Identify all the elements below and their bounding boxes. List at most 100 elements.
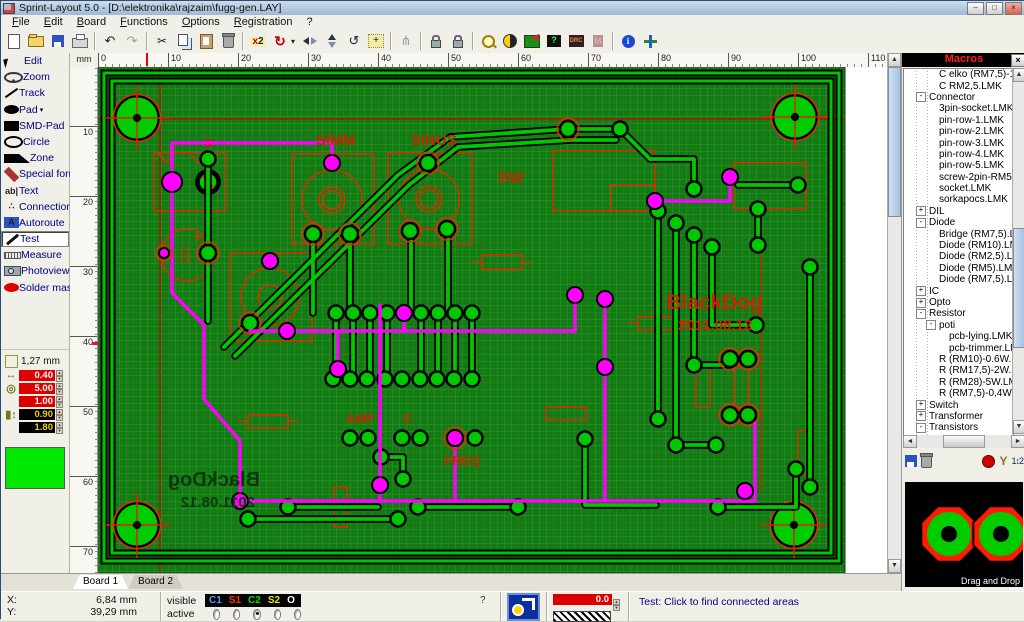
tree-toggle-icon[interactable] [926, 172, 936, 182]
macro-tree-item[interactable]: pin-row-1.LMK [904, 115, 1013, 126]
cut-button[interactable]: ✂ [151, 31, 173, 51]
layer-label[interactable]: O [287, 595, 295, 606]
photoview-button[interactable] [499, 31, 521, 51]
tool-button[interactable]: Test [1, 231, 69, 247]
menu-item[interactable]: File [5, 16, 37, 28]
canvas-vertical-scrollbar[interactable]: ▲ ▼ [887, 53, 901, 573]
tree-toggle-icon[interactable]: - [926, 320, 936, 330]
pad-drill-value[interactable]: 1.00 [19, 396, 55, 407]
macro-tree-item[interactable]: - poti [904, 320, 1013, 331]
scrollbar-thumb[interactable] [1013, 228, 1024, 348]
scroll-right-icon[interactable]: ► [1011, 435, 1024, 448]
macro-tree-item[interactable]: Diode (RM7,5).LMK [904, 274, 1013, 285]
active-layer-radio[interactable] [233, 609, 240, 620]
active-layer-radio[interactable] [213, 609, 220, 620]
layer-visibility-box[interactable]: C1S1C2S2O [205, 594, 301, 607]
rotate-90-button[interactable]: ↺ [343, 31, 365, 51]
scroll-down-icon[interactable]: ▼ [888, 559, 901, 573]
tool-button[interactable]: Special form [1, 166, 69, 182]
info-button[interactable]: i [617, 31, 639, 51]
smd-height-value[interactable]: 1.80 [19, 422, 55, 433]
macro-tree-item[interactable]: + DIL [904, 206, 1013, 217]
smd-height-spinner[interactable]: ▲▼ [56, 422, 63, 433]
board-tab[interactable]: Board 1 [73, 575, 128, 589]
tree-toggle-icon[interactable] [926, 354, 936, 364]
rotate-button[interactable]: ↻ [269, 31, 291, 51]
macro-tree-item[interactable]: R (RM17,5)-2W.LMK [904, 365, 1013, 376]
active-layer-radio[interactable] [294, 609, 301, 620]
board-view-button[interactable] [521, 31, 543, 51]
macros-close-button[interactable]: × [1011, 54, 1024, 67]
scroll-up-icon[interactable]: ▲ [1013, 68, 1024, 82]
menu-item[interactable]: Functions [113, 16, 175, 28]
tool-button[interactable]: A Autoroute [1, 215, 69, 231]
menu-item[interactable]: Options [175, 16, 227, 28]
layer-help-icon[interactable]: ? [480, 595, 494, 606]
tree-toggle-icon[interactable] [926, 70, 936, 80]
netlist-button[interactable]: ⋔ [395, 31, 417, 51]
tree-toggle-icon[interactable] [926, 229, 936, 239]
macro-tree-item[interactable]: pin-row-5.LMK [904, 160, 1013, 171]
pad-drill-spinner[interactable]: ▲▼ [56, 396, 63, 407]
save-macro-button[interactable] [905, 455, 917, 467]
tree-toggle-icon[interactable] [926, 241, 936, 251]
tree-toggle-icon[interactable] [926, 149, 936, 159]
scroll-left-icon[interactable]: ◄ [903, 435, 917, 448]
macro-tree-item[interactable]: R (RM7,5)-0,4W.LMK [904, 388, 1013, 399]
tree-toggle-icon[interactable]: - [916, 423, 926, 433]
tree-toggle-icon[interactable] [926, 366, 936, 376]
tree-toggle-icon[interactable] [936, 332, 946, 342]
board-tab[interactable]: Board 2 [128, 575, 183, 589]
layer-label[interactable]: C1 [209, 595, 222, 606]
pad-diameter-value[interactable]: 5.00 [19, 383, 55, 394]
tool-button[interactable]: SMD-Pad [1, 118, 69, 134]
macro-tree-item[interactable]: - Diode [904, 217, 1013, 228]
delete-macro-button[interactable] [921, 455, 932, 468]
origin-button[interactable] [639, 31, 661, 51]
tree-toggle-icon[interactable]: - [916, 92, 926, 102]
scroll-down-icon[interactable]: ▼ [1013, 420, 1024, 434]
tree-toggle-icon[interactable] [936, 343, 946, 353]
new-file-button[interactable] [3, 31, 25, 51]
tree-toggle-icon[interactable] [926, 127, 936, 137]
menu-item[interactable]: Board [70, 16, 113, 28]
grid-value[interactable]: 1,27 mm [21, 356, 60, 367]
macro-tree-item[interactable]: - Connector [904, 92, 1013, 103]
macro-tree-item[interactable]: pin-row-4.LMK [904, 149, 1013, 160]
pad-dropdown-icon[interactable]: ▾ [40, 106, 44, 114]
open-file-button[interactable] [25, 31, 47, 51]
drc-button[interactable]: DRC [565, 31, 587, 51]
tree-toggle-icon[interactable]: - [916, 218, 926, 228]
lock-smd-button[interactable] [447, 31, 469, 51]
tree-toggle-icon[interactable]: - [916, 309, 926, 319]
layer-label[interactable]: S2 [268, 595, 280, 606]
tree-toggle-icon[interactable] [926, 104, 936, 114]
tree-toggle-icon[interactable] [926, 161, 936, 171]
macro-tree-item[interactable]: pcb-trimmer.LMK [904, 342, 1013, 353]
macro-tree-item[interactable]: + Transformer [904, 411, 1013, 422]
macro-tree-item[interactable]: R (RM10)-0.6W.LMK [904, 354, 1013, 365]
rotate-dropdown-icon[interactable]: ▾ [291, 37, 299, 46]
smd-width-value[interactable]: 0.90 [19, 409, 55, 420]
tree-toggle-icon[interactable] [926, 275, 936, 285]
active-layer-radio[interactable] [274, 609, 281, 620]
macro-tree-item[interactable]: Diode (RM2,5).LMK [904, 251, 1013, 262]
macro-tree-item[interactable]: - Transistors [904, 422, 1013, 433]
macro-tree-item[interactable]: pcb-lying.LMK [904, 331, 1013, 342]
tool-button[interactable]: Track [1, 85, 69, 101]
macro-tree-item[interactable]: + IC [904, 285, 1013, 296]
macro-tree-item[interactable]: C RM2,5.LMK [904, 80, 1013, 91]
macro-tree-item[interactable]: Diode (RM10).LMK [904, 240, 1013, 251]
test-mode-button[interactable]: ? [543, 31, 565, 51]
macro-button[interactable]: M [587, 31, 609, 51]
tree-toggle-icon[interactable]: + [916, 206, 926, 216]
pcb-drawing[interactable]: SIMM SINUS SW AMP C FREQ BlackDog 2011.0… [98, 67, 887, 573]
tool-button[interactable]: Edit [1, 53, 69, 69]
scrollbar-thumb[interactable] [943, 435, 985, 448]
minimize-button[interactable]: – [967, 2, 984, 15]
menu-item[interactable]: Edit [37, 16, 70, 28]
macro-preview[interactable]: Drag and Drop [905, 482, 1023, 587]
macro-tree-item[interactable]: sorkapocs.LMK [904, 194, 1013, 205]
delete-button[interactable] [217, 31, 239, 51]
macro-record-icon[interactable] [982, 455, 995, 468]
